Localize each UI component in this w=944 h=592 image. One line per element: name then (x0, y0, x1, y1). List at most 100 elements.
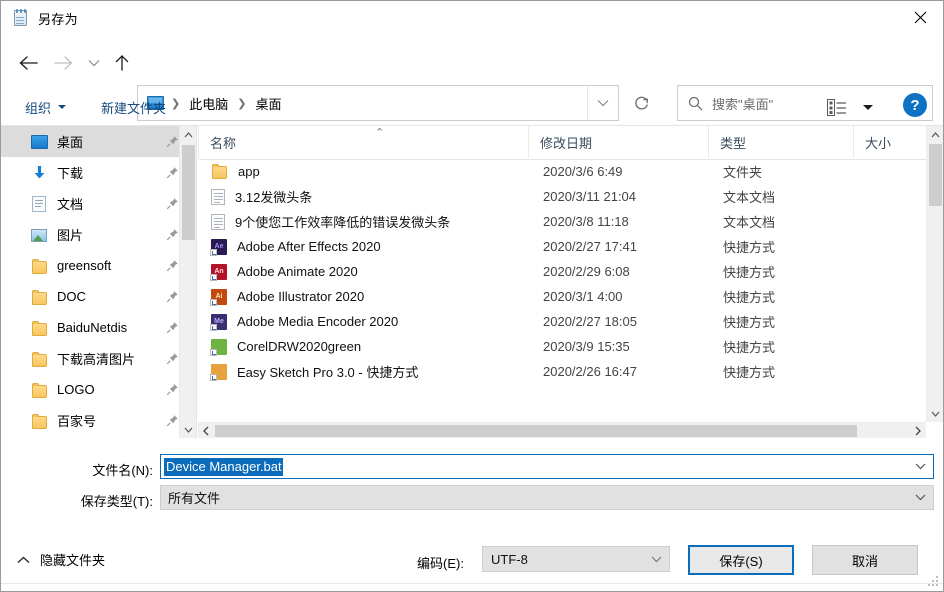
sidebar-scroll-down-icon[interactable] (180, 421, 196, 438)
file-date-cell: 2020/3/6 6:49 (543, 164, 623, 179)
table-row[interactable]: An Adobe Animate 2020 2020/2/29 6:08 快捷方式 (198, 259, 926, 284)
sidebar-item-6[interactable]: BaiduNetdis (1, 312, 196, 343)
file-date-cell: 2020/3/9 15:35 (543, 339, 630, 354)
sidebar-item-3[interactable]: 图片 (1, 219, 196, 250)
file-date-cell: 2020/2/27 17:41 (543, 239, 637, 254)
file-list-vertical-scrollbar[interactable] (926, 126, 943, 422)
folder-icon (31, 320, 48, 336)
file-date-cell: 2020/3/11 21:04 (543, 189, 637, 204)
pin-icon[interactable] (166, 383, 179, 396)
folder-icon (31, 258, 48, 274)
filename-label: 文件名(N): (92, 463, 153, 478)
column-header-name[interactable]: 名称 ⌃ (198, 126, 528, 158)
filename-dropdown-chevron-icon[interactable] (907, 455, 933, 478)
folder-icon (31, 351, 48, 367)
filelist-scroll-thumb[interactable] (929, 144, 942, 206)
savetype-label: 保存类型(T): (80, 494, 153, 509)
file-name-label: Adobe After Effects 2020 (237, 239, 381, 254)
filelist-scroll-down-icon[interactable] (927, 405, 943, 422)
filename-input[interactable]: Device Manager.bat (160, 454, 934, 479)
file-date-cell: 2020/2/26 16:47 (543, 364, 637, 379)
recent-locations-chevron-icon[interactable] (83, 45, 105, 81)
column-header-size[interactable]: 大小 (853, 126, 926, 158)
encoding-select[interactable]: UTF-8 (482, 546, 670, 572)
sidebar-scrollbar[interactable] (179, 126, 196, 438)
pin-icon[interactable] (166, 352, 179, 365)
sidebar-item-8[interactable]: LOGO (1, 374, 196, 405)
table-row[interactable]: Ai Adobe Illustrator 2020 2020/3/1 4:00 快捷方… (198, 284, 926, 309)
sidebar-item-1[interactable]: 下载 (1, 157, 196, 188)
table-row[interactable]: Ae Adobe After Effects 2020 2020/2/27 17:4… (198, 234, 926, 259)
hscroll-right-icon[interactable] (910, 423, 926, 438)
savetype-select[interactable]: 所有文件 (160, 485, 934, 510)
sidebar-item-5[interactable]: DOC (1, 281, 196, 312)
sidebar-item-4[interactable]: greensoft (1, 250, 196, 281)
view-options-icon[interactable] (821, 93, 853, 121)
view-options-chevron-icon[interactable] (857, 93, 879, 121)
pin-icon[interactable] (166, 414, 179, 427)
table-row[interactable]: CorelDRW2020green 2020/3/9 15:35 快捷方式 (198, 334, 926, 359)
back-arrow-icon[interactable] (13, 45, 43, 81)
table-row[interactable]: app 2020/3/6 6:49 文件夹 (198, 159, 926, 184)
text-file-icon (211, 188, 225, 205)
filelist-scroll-up-icon[interactable] (927, 126, 943, 143)
media-encoder-icon: Me (210, 313, 227, 331)
file-type-cell: 文本文档 (723, 190, 776, 205)
table-row[interactable]: Easy Sketch Pro 3.0 - 快捷方式 2020/2/26 16:4… (198, 359, 926, 384)
table-row[interactable]: Me Adobe Media Encoder 2020 2020/2/27 18:0… (198, 309, 926, 334)
cancel-button[interactable]: 取消 (812, 545, 918, 575)
desktop-icon (31, 134, 48, 150)
sidebar-item-2[interactable]: 文档 (1, 188, 196, 219)
close-icon[interactable] (897, 1, 943, 33)
organize-label: 组织 (25, 100, 52, 116)
hscroll-left-icon[interactable] (198, 423, 214, 438)
help-button[interactable]: ? (903, 93, 927, 117)
file-date-cell: 2020/3/8 11:18 (543, 214, 629, 229)
pin-icon[interactable] (166, 259, 179, 272)
file-list-horizontal-scrollbar[interactable] (198, 422, 926, 438)
file-type-cell: 快捷方式 (723, 340, 776, 355)
file-rows: app 2020/3/6 6:49 文件夹 3.12发微头条 2020/3/11 21:… (198, 159, 926, 422)
sidebar-scroll-thumb[interactable] (182, 145, 195, 240)
shortcut-overlay-icon (210, 323, 217, 331)
sidebar-item-label: 文档 (57, 197, 84, 212)
sidebar-item-7[interactable]: 下载高清图片 (1, 343, 196, 374)
savetype-value: 所有文件 (168, 491, 221, 506)
savetype-dropdown-chevron-icon[interactable] (907, 486, 933, 509)
file-name-cell: 3.12发微头条 (211, 187, 312, 206)
sidebar-item-0[interactable]: 桌面 (1, 126, 196, 157)
file-name-label: CorelDRW2020green (237, 339, 362, 354)
picture-icon (31, 227, 48, 243)
up-arrow-icon[interactable] (107, 45, 137, 81)
shortcut-overlay-icon (210, 348, 217, 356)
table-row[interactable]: 9个使您工作效率降低的错误发微头条 2020/3/8 11:18 文本文档 (198, 209, 926, 234)
pin-icon[interactable] (166, 228, 179, 241)
column-header-type[interactable]: 类型 (708, 126, 853, 158)
pin-icon[interactable] (166, 290, 179, 303)
new-folder-button[interactable]: 新建文件夹 (93, 92, 174, 122)
sidebar-item-9[interactable]: 百家号 (1, 405, 196, 436)
pin-icon[interactable] (166, 135, 179, 148)
column-headers: 名称 ⌃ 修改日期 类型 大小 (198, 126, 926, 160)
pin-icon[interactable] (166, 166, 179, 179)
pin-icon[interactable] (166, 321, 179, 334)
file-type-cell: 快捷方式 (723, 365, 776, 380)
hscroll-thumb[interactable] (215, 425, 857, 437)
hide-folders-toggle[interactable]: 隐藏文件夹 (17, 550, 105, 569)
save-button[interactable]: 保存(S) (688, 545, 794, 575)
file-name-label: Adobe Media Encoder 2020 (237, 314, 399, 329)
file-date-cell: 2020/3/1 4:00 (543, 289, 623, 304)
sidebar-scroll-up-icon[interactable] (180, 126, 196, 143)
pin-icon[interactable] (166, 197, 179, 210)
sidebar-item-label: greensoft (57, 258, 112, 273)
sidebar-item-label: 下载高清图片 (57, 352, 136, 367)
column-header-date[interactable]: 修改日期 (528, 126, 708, 158)
encoding-dropdown-chevron-icon[interactable] (643, 547, 669, 571)
table-row[interactable]: 3.12发微头条 2020/3/11 21:04 文本文档 (198, 184, 926, 209)
title-bar: 另存为 (1, 1, 943, 35)
file-name-cell: app (211, 163, 260, 180)
after-effects-icon: Ae (210, 238, 227, 256)
organize-button[interactable]: 组织 (17, 92, 74, 122)
resize-grip[interactable] (928, 576, 940, 588)
file-name-cell: Ae Adobe After Effects 2020 (210, 238, 381, 256)
